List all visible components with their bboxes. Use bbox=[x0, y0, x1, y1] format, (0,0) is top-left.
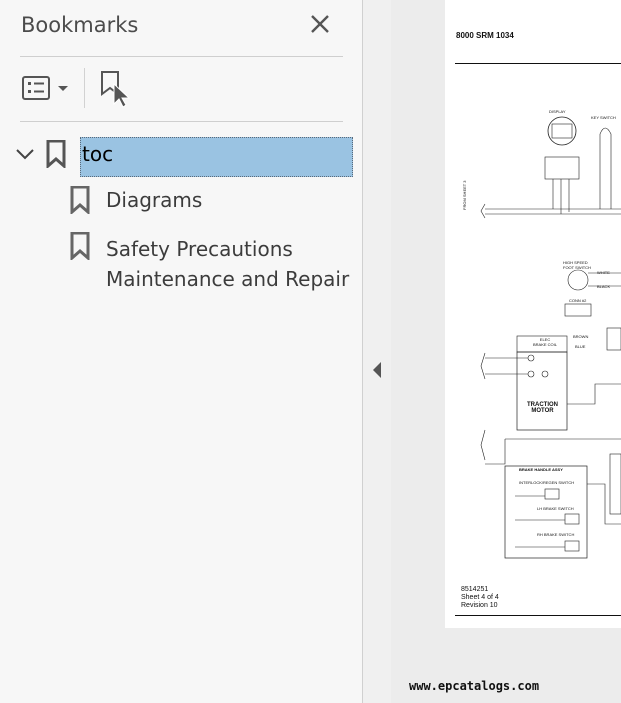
footer-rule bbox=[455, 615, 621, 616]
diagram-label: KEY SWITCH bbox=[591, 115, 616, 120]
diagram-label: LH BRAKE SWITCH bbox=[537, 506, 574, 511]
collapse-panel-button[interactable] bbox=[364, 350, 390, 390]
options-menu-button[interactable] bbox=[20, 72, 72, 106]
divider bbox=[20, 56, 343, 57]
chevron-down-icon bbox=[16, 149, 34, 160]
footer-line: 8514251 bbox=[461, 586, 489, 593]
bookmark-cursor-icon bbox=[101, 71, 131, 108]
list-options-icon bbox=[22, 76, 68, 100]
diagram-label: BRAKE HANDLE ASSY bbox=[519, 467, 563, 472]
bookmark-icon bbox=[70, 231, 90, 262]
bookmark-label-line: Maintenance and Repair bbox=[106, 267, 350, 291]
footer-line: Revision 10 bbox=[461, 602, 498, 609]
footer-line: Sheet 4 of 4 bbox=[461, 594, 499, 601]
bookmark-toc-item[interactable] bbox=[80, 137, 353, 177]
bookmark-diagrams-item[interactable]: Diagrams bbox=[106, 188, 202, 212]
toolbar-separator bbox=[84, 68, 85, 108]
close-icon bbox=[311, 15, 329, 33]
diagram-label: INTERLOCK/REGEN SWITCH bbox=[519, 480, 575, 485]
diagram-label: BROWN bbox=[573, 334, 589, 339]
bookmarks-panel: Bookmarks toc Diagrams Safety Precaution… bbox=[0, 0, 362, 703]
diagram-label: DISPLAY bbox=[549, 109, 566, 114]
diagram-label: BLACK bbox=[597, 284, 611, 289]
diagram-label: FROM SHEET 3 bbox=[462, 180, 467, 211]
watermark-url: www.epcatalogs.com bbox=[409, 679, 540, 693]
close-panel-button[interactable] bbox=[304, 8, 336, 40]
diagram-label: HIGH SPEED FOOT SWITCH bbox=[563, 260, 591, 270]
diagram-label: TRACTION MOTOR bbox=[527, 402, 558, 414]
diagram-label: BLUE bbox=[575, 344, 586, 349]
triangle-left-icon bbox=[373, 362, 381, 378]
bookmark-label-line: Safety Precautions bbox=[106, 237, 293, 261]
doc-footer: 8514251 Sheet 4 of 4 Revision 10 bbox=[461, 586, 499, 610]
bookmark-safety-item[interactable]: Safety Precautions Maintenance and Repai… bbox=[106, 234, 349, 294]
doc-header: 8000 SRM 1034 bbox=[456, 31, 514, 40]
bookmark-icon bbox=[70, 185, 90, 216]
panel-title: Bookmarks bbox=[21, 13, 139, 37]
find-bookmark-button[interactable] bbox=[98, 70, 134, 108]
bookmark-label: toc bbox=[82, 142, 114, 166]
diagram-label: CONN #2 bbox=[569, 298, 587, 303]
document-page: 8000 SRM 1034 DISPLAY KEY SWITCH HIGH SP… bbox=[445, 0, 621, 628]
expand-toggle[interactable] bbox=[14, 143, 36, 165]
diagram-label: RH BRAKE SWITCH bbox=[537, 532, 575, 537]
divider bbox=[20, 121, 343, 122]
bookmark-icon bbox=[46, 139, 66, 170]
diagram-label: WHITE bbox=[597, 270, 610, 275]
diagram-label: ELEC BRAKE COIL bbox=[533, 337, 558, 347]
